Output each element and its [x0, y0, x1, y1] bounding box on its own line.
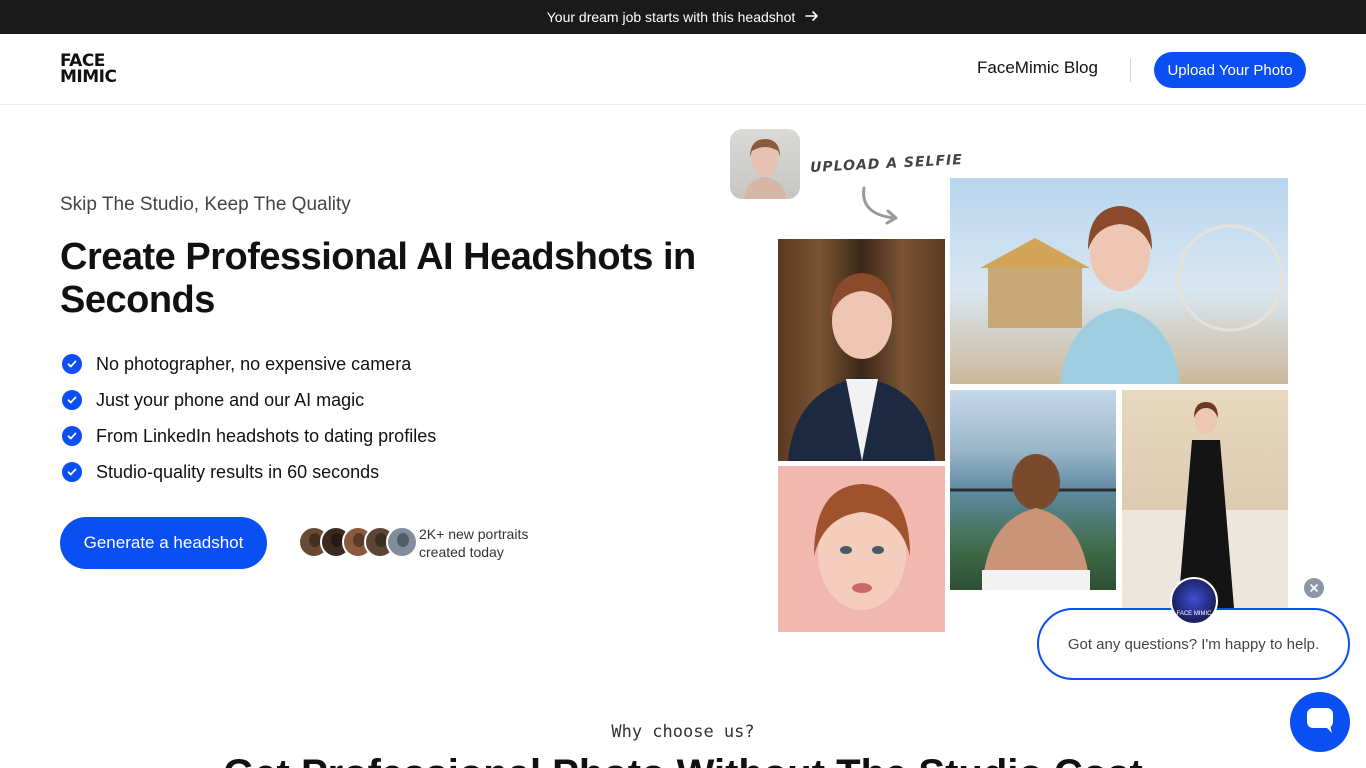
section-eyebrow: Why choose us? [611, 722, 755, 742]
check-icon [62, 462, 82, 482]
feature-text: Just your phone and our AI magic [96, 389, 365, 410]
feature-text: From LinkedIn headshots to dating profil… [96, 425, 437, 446]
curved-arrow-icon [858, 186, 902, 231]
check-icon [62, 426, 82, 446]
feature-list: No photographer, no expensive camera Jus… [62, 346, 436, 490]
announcement-bar[interactable]: Your dream job starts with this headshot [0, 0, 1366, 34]
site-header: FACE MIMIC FaceMimic Blog Upload Your Ph… [0, 34, 1366, 105]
upload-selfie-label: UPLOAD A SELFIE [809, 152, 964, 176]
headshot-fairground-photo [950, 178, 1288, 384]
customer-avatars [298, 526, 418, 560]
portraits-stat: 2K+ new portraits created today [419, 525, 559, 561]
check-icon [62, 354, 82, 374]
nav-blog-link[interactable]: FaceMimic Blog [977, 58, 1098, 78]
feature-item: From LinkedIn headshots to dating profil… [62, 418, 436, 454]
feature-item: Studio-quality results in 60 seconds [62, 454, 436, 490]
headshot-office-photo [778, 239, 945, 461]
headshot-bedroom-photo [1122, 390, 1288, 608]
headshot-seaside-photo [950, 390, 1116, 590]
stat-line-1: 2K+ new portraits [419, 526, 529, 542]
hero-eyebrow: Skip The Studio, Keep The Quality [60, 194, 351, 215]
facemimic-logo[interactable]: FACE MIMIC [60, 53, 120, 87]
generate-headshot-button[interactable]: Generate a headshot [60, 517, 267, 569]
hero-title: Create Professional AI Headshots in Seco… [60, 236, 696, 321]
check-icon [62, 390, 82, 410]
logo-line-2: MIMIC [60, 67, 117, 87]
headshot-closeup-photo [778, 466, 945, 632]
upload-photo-button[interactable]: Upload Your Photo [1154, 52, 1306, 88]
feature-item: Just your phone and our AI magic [62, 382, 436, 418]
feature-text: Studio-quality results in 60 seconds [96, 461, 380, 482]
feature-text: No photographer, no expensive camera [96, 353, 412, 374]
avatar [386, 526, 418, 558]
nav-divider [1130, 58, 1131, 82]
section-title: Get Professional Photo Without The Studi… [0, 752, 1366, 768]
stat-line-2: created today [419, 544, 504, 560]
chat-avatar-text: FACE MIMIC [1176, 611, 1212, 617]
chat-greeting-text[interactable]: Got any questions? I'm happy to help. [1068, 636, 1319, 653]
announcement-text[interactable]: Your dream job starts with this headshot [547, 9, 796, 25]
selfie-thumbnail [730, 129, 800, 199]
chat-close-icon[interactable] [1302, 576, 1326, 600]
arrow-right-icon [805, 10, 819, 25]
chat-bot-avatar: FACE MIMIC [1170, 577, 1218, 625]
feature-item: No photographer, no expensive camera [62, 346, 436, 382]
